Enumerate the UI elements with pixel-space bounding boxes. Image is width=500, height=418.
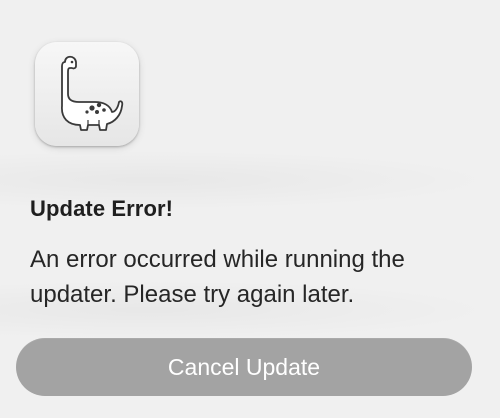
cancel-update-button[interactable]: Cancel Update [16, 338, 472, 396]
dinosaur-app-icon [35, 42, 139, 146]
update-error-dialog: Update Error! An error occurred while ru… [0, 0, 500, 418]
dialog-title: Update Error! [30, 196, 174, 221]
dialog-message: An error occurred while running the upda… [30, 246, 405, 308]
